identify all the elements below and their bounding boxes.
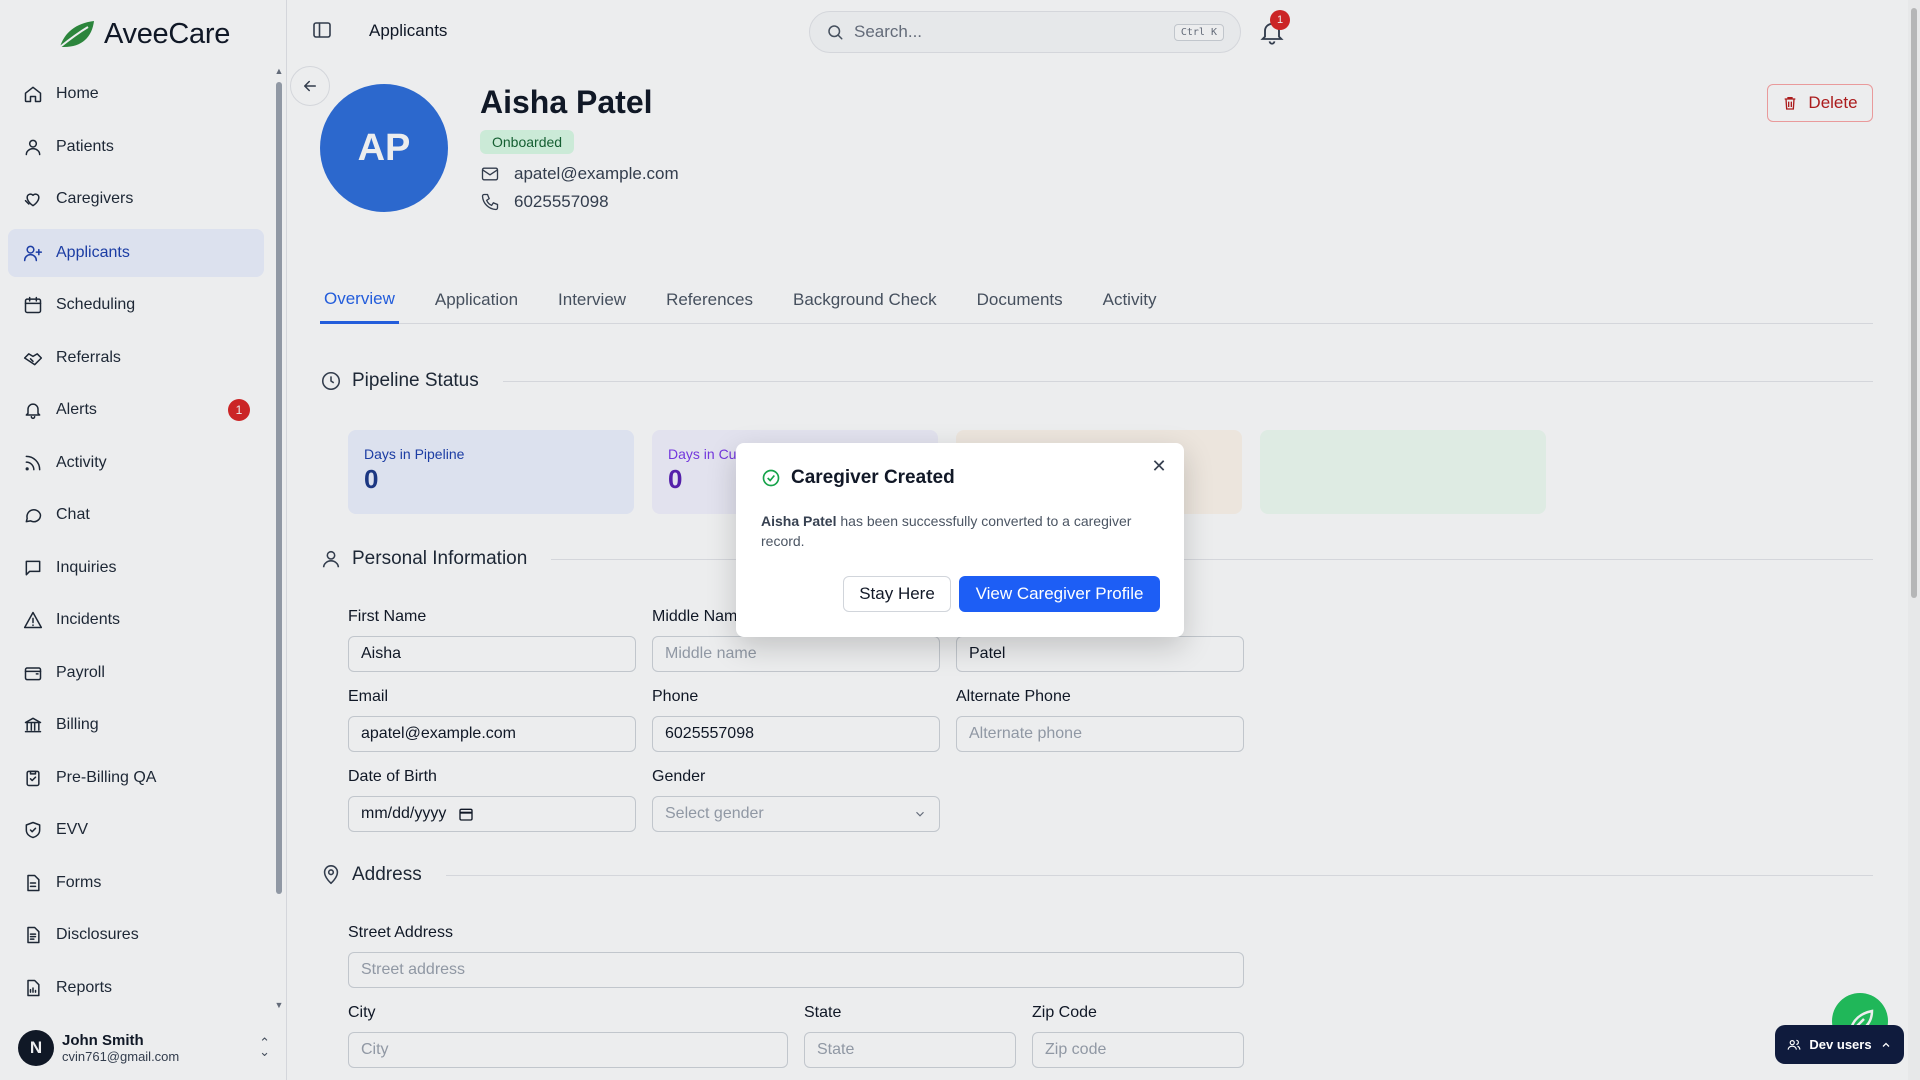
check-circle-icon [762,469,780,487]
dialog-message: Aisha Patel has been successfully conver… [761,511,1161,551]
caregiver-created-dialog: ✕ Caregiver Created Aisha Patel has been… [736,443,1184,637]
chevron-up-icon [1882,1042,1890,1047]
dev-users-label: Dev users [1809,1037,1872,1052]
dev-users-button[interactable]: Dev users [1775,1025,1904,1064]
dialog-title: Caregiver Created [791,467,955,488]
close-icon[interactable]: ✕ [1150,457,1168,475]
users-icon [1788,1039,1801,1050]
stay-here-button[interactable]: Stay Here [843,576,951,612]
view-caregiver-profile-button[interactable]: View Caregiver Profile [959,576,1160,612]
dialog-title-row: Caregiver Created [761,467,955,489]
dialog-applicant-name: Aisha Patel [761,513,837,529]
